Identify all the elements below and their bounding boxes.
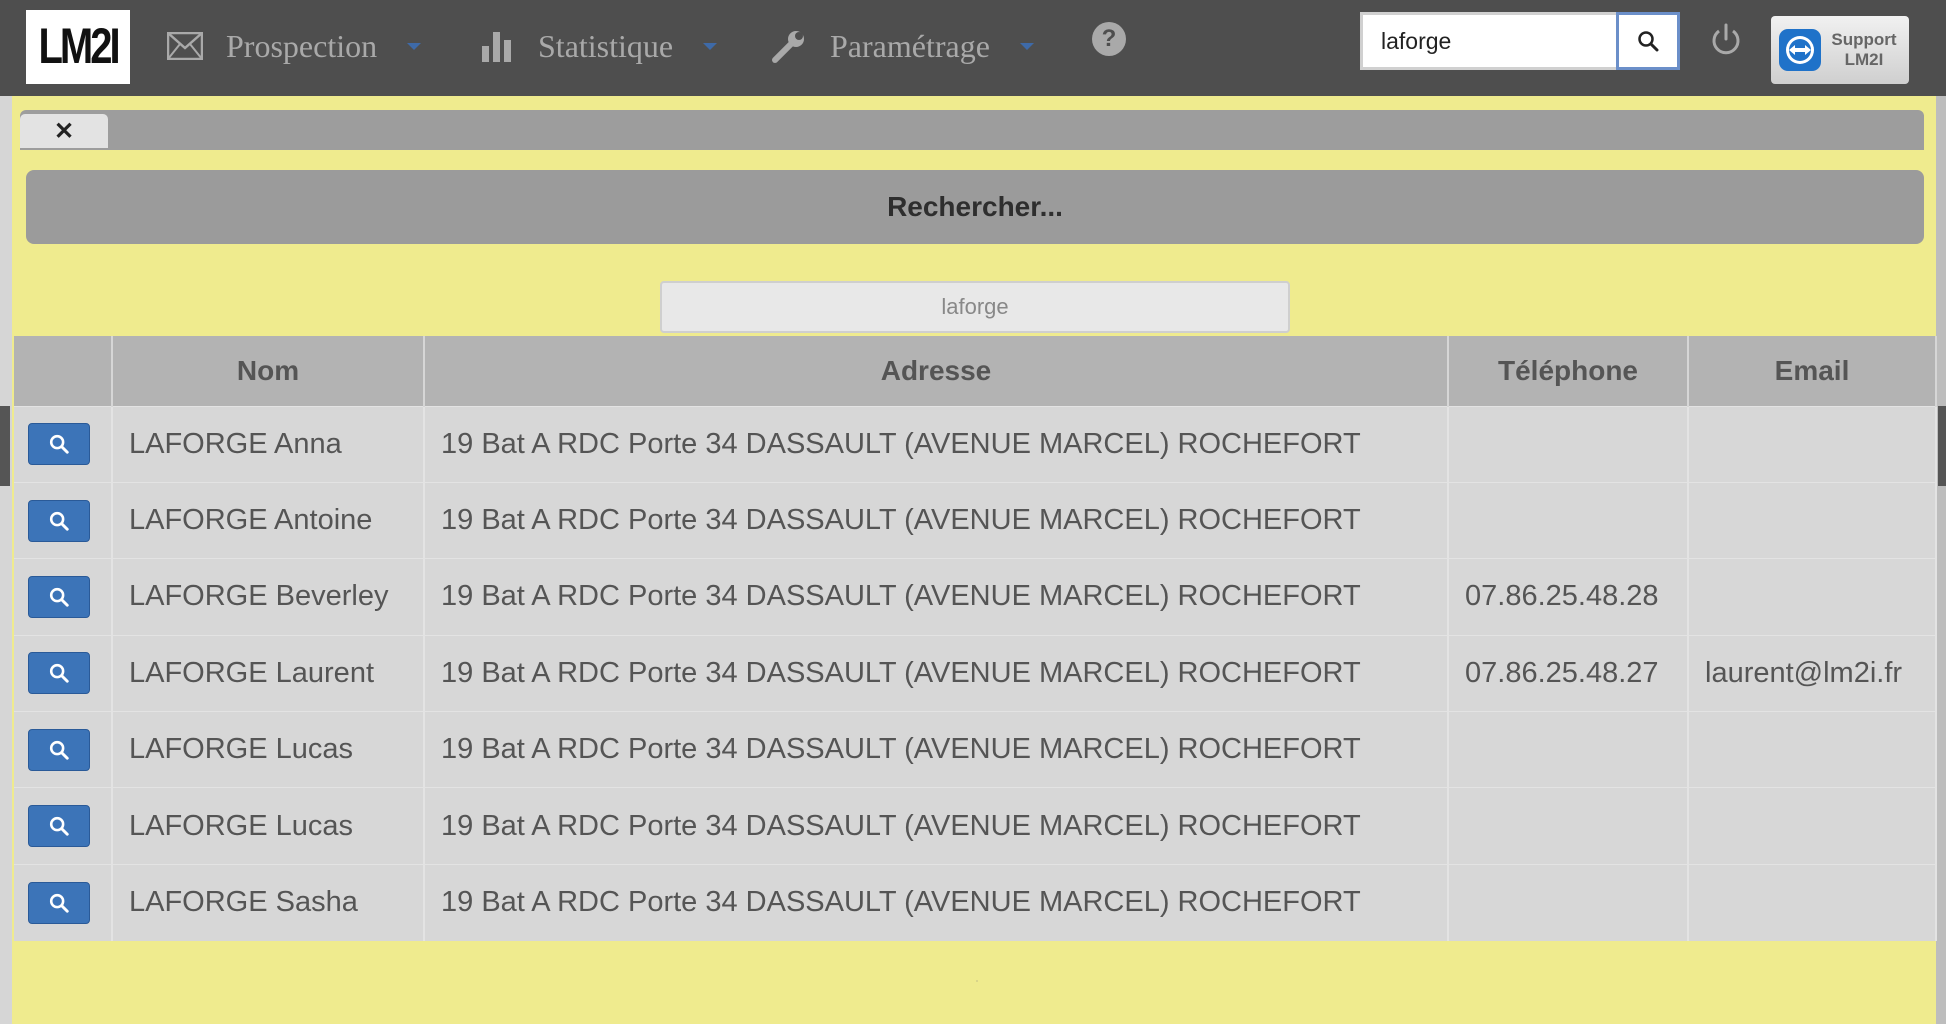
column-header-adresse[interactable]: Adresse <box>424 336 1449 406</box>
search-icon <box>49 511 69 531</box>
power-icon[interactable] <box>1708 22 1744 58</box>
global-search-button[interactable] <box>1616 12 1680 70</box>
table-header-row: Nom Adresse Téléphone Email <box>14 336 1937 406</box>
cell-adresse: 19 Bat A RDC Porte 34 DASSAULT (AVENUE M… <box>424 481 1449 559</box>
view-contact-button[interactable] <box>28 728 90 771</box>
cell-email <box>1688 863 1937 941</box>
nav-prospection[interactable]: Prospection <box>166 22 422 70</box>
bar-chart-icon <box>478 27 516 65</box>
tab-strip <box>20 110 1924 150</box>
search-icon <box>49 740 69 760</box>
support-label: Support LM2I <box>1829 30 1899 70</box>
column-header-nom[interactable]: Nom <box>112 336 425 406</box>
view-contact-button[interactable] <box>28 499 90 542</box>
column-header-action <box>14 336 113 406</box>
cell-adresse: 19 Bat A RDC Porte 34 DASSAULT (AVENUE M… <box>424 711 1449 788</box>
teamviewer-icon <box>1779 29 1821 71</box>
right-edge-handle <box>1938 406 1946 486</box>
search-icon <box>49 435 69 454</box>
global-search-input[interactable] <box>1360 12 1616 70</box>
table-row[interactable]: LAFORGE Sasha 19 Bat A RDC Porte 34 DASS… <box>14 863 1937 941</box>
table-row[interactable]: LAFORGE Beverley 19 Bat A RDC Porte 34 D… <box>14 558 1937 636</box>
decorative-dot <box>976 980 978 982</box>
column-header-telephone[interactable]: Téléphone <box>1448 336 1689 406</box>
view-contact-button[interactable] <box>28 805 90 848</box>
cell-telephone: 07.86.25.48.28 <box>1448 558 1689 636</box>
table-row[interactable]: LAFORGE Lucas 19 Bat A RDC Porte 34 DASS… <box>14 711 1937 788</box>
cell-nom: LAFORGE Anna <box>112 405 425 483</box>
column-header-email[interactable]: Email <box>1688 336 1937 406</box>
chevron-down-icon[interactable] <box>703 42 718 50</box>
cell-telephone <box>1448 711 1689 788</box>
cell-nom: LAFORGE Antoine <box>112 481 425 559</box>
cell-telephone <box>1448 481 1689 559</box>
cell-adresse: 19 Bat A RDC Porte 34 DASSAULT (AVENUE M… <box>424 863 1449 941</box>
cell-email <box>1688 481 1937 559</box>
cell-adresse: 19 Bat A RDC Porte 34 DASSAULT (AVENUE M… <box>424 405 1449 483</box>
nav-statistique[interactable]: Statistique <box>478 22 718 70</box>
table-row[interactable]: LAFORGE Lucas 19 Bat A RDC Porte 34 DASS… <box>14 787 1937 865</box>
cell-email <box>1688 711 1937 788</box>
cell-telephone: 07.86.25.48.27 <box>1448 634 1689 712</box>
support-label-line2: LM2I <box>1844 50 1884 69</box>
cell-nom: LAFORGE Lucas <box>112 787 425 865</box>
cell-email <box>1688 787 1937 865</box>
table-row[interactable]: LAFORGE Laurent 19 Bat A RDC Porte 34 DA… <box>14 634 1937 712</box>
view-contact-button[interactable] <box>28 881 90 924</box>
chevron-down-icon[interactable] <box>407 42 422 50</box>
view-contact-button[interactable] <box>28 423 90 466</box>
table-row[interactable]: LAFORGE Antoine 19 Bat A RDC Porte 34 DA… <box>14 481 1937 559</box>
close-tab-button[interactable]: ✕ <box>20 114 108 148</box>
filter-input[interactable] <box>660 281 1290 333</box>
chevron-down-icon[interactable] <box>1019 42 1034 50</box>
app-logo[interactable]: LM2I <box>26 10 130 84</box>
cell-telephone <box>1448 787 1689 865</box>
support-button[interactable]: Support LM2I <box>1771 16 1909 84</box>
search-icon <box>1638 31 1659 52</box>
cell-nom: LAFORGE Laurent <box>112 634 425 712</box>
global-search <box>1360 12 1680 70</box>
cell-nom: LAFORGE Beverley <box>112 558 425 636</box>
nav-label-statistique: Statistique <box>538 27 674 64</box>
envelope-icon <box>166 27 204 65</box>
results-table: Nom Adresse Téléphone Email LAFORGE Anna… <box>14 336 1937 941</box>
view-contact-button[interactable] <box>28 575 90 618</box>
logo-text: LM2I <box>38 18 120 74</box>
cell-telephone <box>1448 863 1689 941</box>
search-panel-title: Rechercher... <box>26 170 1924 244</box>
top-navbar: LM2I Prospection Statistique Paramétrage… <box>0 0 1946 96</box>
left-edge-handle <box>0 406 10 486</box>
help-icon[interactable]: ? <box>1092 22 1126 56</box>
search-icon <box>49 817 69 836</box>
cell-email[interactable]: laurent@lm2i.fr <box>1688 634 1937 712</box>
right-edge <box>1936 96 1946 1024</box>
table-row[interactable]: LAFORGE Anna 19 Bat A RDC Porte 34 DASSA… <box>14 405 1937 483</box>
nav-label-prospection: Prospection <box>226 27 378 64</box>
nav-parametrage[interactable]: Paramétrage <box>770 22 1034 70</box>
cell-nom: LAFORGE Lucas <box>112 711 425 788</box>
cell-adresse: 19 Bat A RDC Porte 34 DASSAULT (AVENUE M… <box>424 634 1449 712</box>
cell-adresse: 19 Bat A RDC Porte 34 DASSAULT (AVENUE M… <box>424 558 1449 636</box>
search-icon <box>49 664 69 684</box>
cell-telephone <box>1448 405 1689 483</box>
wrench-icon <box>770 27 808 65</box>
cell-adresse: 19 Bat A RDC Porte 34 DASSAULT (AVENUE M… <box>424 787 1449 865</box>
support-label-line1: Support <box>1831 30 1897 49</box>
view-contact-button[interactable] <box>28 652 90 695</box>
left-edge <box>0 96 12 1024</box>
nav-label-parametrage: Paramétrage <box>830 27 990 64</box>
search-icon <box>49 587 69 607</box>
cell-nom: LAFORGE Sasha <box>112 863 425 941</box>
cell-email <box>1688 558 1937 636</box>
cell-email <box>1688 405 1937 483</box>
search-icon <box>49 893 69 913</box>
